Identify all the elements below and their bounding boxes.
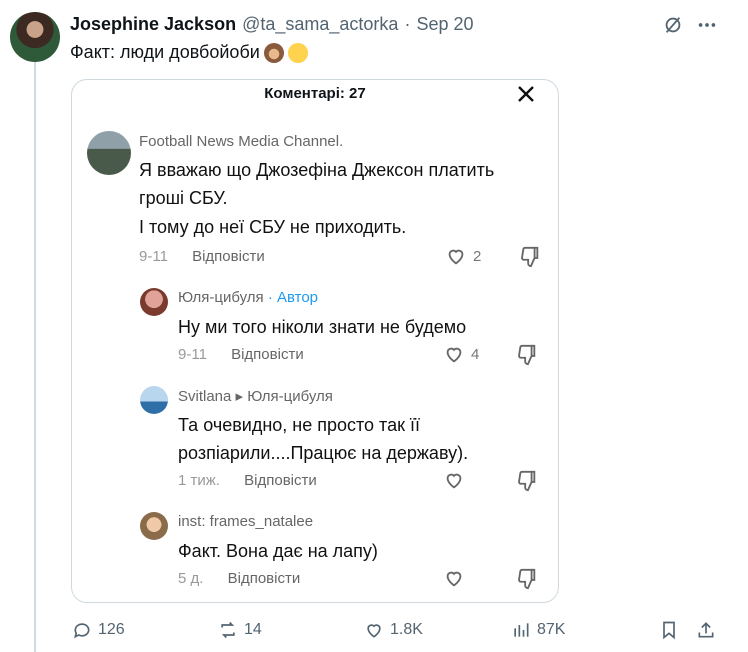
bookmark-button[interactable]: [659, 620, 679, 640]
bookmark-icon: [663, 621, 675, 640]
reply-label: Відповісти: [227, 570, 301, 587]
comment-author: Юля-цибуля: [178, 289, 264, 306]
comment-meta: 9-11 Відповісти: [178, 346, 304, 363]
comment-meta: 5 д. Відповісти: [178, 570, 300, 587]
comment-like: [443, 469, 471, 491]
repost-icon: [221, 621, 235, 639]
comment-date: 9-11: [178, 346, 207, 363]
comment-author: inst: frames_natalee: [178, 513, 314, 530]
comment-date: 1 тиж.: [178, 472, 220, 489]
heart-icon: [446, 347, 462, 363]
avatar[interactable]: [10, 12, 60, 62]
comment-like: 4: [443, 343, 479, 365]
comment-text-line: Та очевидно, не просто так її: [178, 415, 420, 435]
reply-label: Відповісти: [244, 472, 317, 489]
author-name[interactable]: Josephine Jackson: [70, 14, 236, 35]
post-date[interactable]: Sep 20: [416, 14, 473, 35]
repost-count: 14: [244, 621, 262, 638]
comment-avatar: [140, 288, 168, 316]
thread-line: [34, 62, 36, 652]
comment-text-line: Ну ми того ніколи знати не будемо: [178, 317, 467, 337]
comment-author: Svitlana: [178, 388, 232, 405]
post-text: Факт: люди довбойоби: [70, 42, 308, 63]
share-button[interactable]: [696, 620, 716, 640]
reply-to-user: Юля-цибуля: [247, 388, 333, 405]
heart-icon: [446, 473, 462, 489]
post-header: Josephine Jackson @ta_sama_actorka · Sep…: [70, 14, 474, 35]
share-icon: [698, 622, 714, 638]
more-options-icon[interactable]: [696, 14, 718, 36]
comment-author-line: Юля-цибуля · Автор: [178, 289, 318, 306]
separator: ·: [404, 14, 411, 34]
comment-date: 9-11: [139, 248, 168, 265]
laughing-face-icon: [287, 42, 308, 63]
like-count: 4: [471, 345, 480, 363]
views-icon: [514, 623, 529, 637]
post-actions: 126 14 1.8K 87K: [0, 620, 748, 644]
comment-date: 5 д.: [178, 570, 204, 587]
comment-avatar: [140, 386, 168, 414]
comment-text-line: розпіарили....Працює на державу).: [178, 443, 469, 463]
comment-text-line: Факт. Вона дає на лапу): [178, 541, 378, 561]
reply-label: Відповісти: [231, 346, 304, 363]
comments-title: Коментарі: 27: [264, 85, 366, 102]
close-icon: [516, 84, 536, 104]
comment-meta: 1 тиж. Відповісти: [178, 472, 317, 489]
comment-text-line: І тому до неї СБУ не приходить.: [139, 217, 407, 237]
thumbs-down-icon: [516, 568, 538, 590]
embedded-image-card[interactable]: Коментарі: 27 Football News Media Channe…: [71, 79, 559, 603]
post-text-content: Факт: люди довбойоби: [70, 42, 260, 62]
comment-like: 2: [445, 245, 481, 267]
like-count: 2: [473, 247, 482, 265]
thumbs-down-icon: [516, 344, 538, 366]
see-no-evil-monkey-icon: [263, 42, 284, 63]
reply-button[interactable]: 126: [72, 620, 125, 640]
comment-author-line: Svitlana ▸ Юля-цибуля: [178, 387, 333, 405]
reply-arrow-icon: ▸: [235, 388, 244, 405]
like-count: 1.8K: [390, 621, 423, 638]
grok-icon[interactable]: [662, 14, 684, 36]
thumbs-down-icon: [519, 246, 541, 268]
repost-button[interactable]: 14: [218, 620, 262, 640]
comment-author: Football News Media Channel.: [139, 133, 344, 150]
reply-icon: [74, 623, 90, 639]
author-handle[interactable]: @ta_sama_actorka: [242, 14, 398, 35]
comment-like: [443, 567, 471, 589]
thumbs-down-icon: [516, 470, 538, 492]
heart-icon: [448, 249, 464, 265]
view-count: 87K: [537, 621, 566, 638]
views-button[interactable]: 87K: [511, 620, 565, 640]
heart-icon: [446, 571, 462, 587]
comment-text-line: Я вважаю що Джозефіна Джексон платить: [139, 160, 495, 180]
author-badge: · Автор: [267, 289, 319, 306]
comment-text-line: гроші СБУ.: [139, 188, 228, 208]
comment-avatar: [87, 131, 131, 175]
reply-count: 126: [98, 621, 125, 638]
comment-meta: 9-11 Відповісти: [139, 248, 265, 265]
heart-icon: [367, 624, 381, 638]
like-button[interactable]: 1.8K: [364, 620, 423, 640]
comment-avatar: [140, 512, 168, 540]
reply-label: Відповісти: [192, 248, 265, 265]
